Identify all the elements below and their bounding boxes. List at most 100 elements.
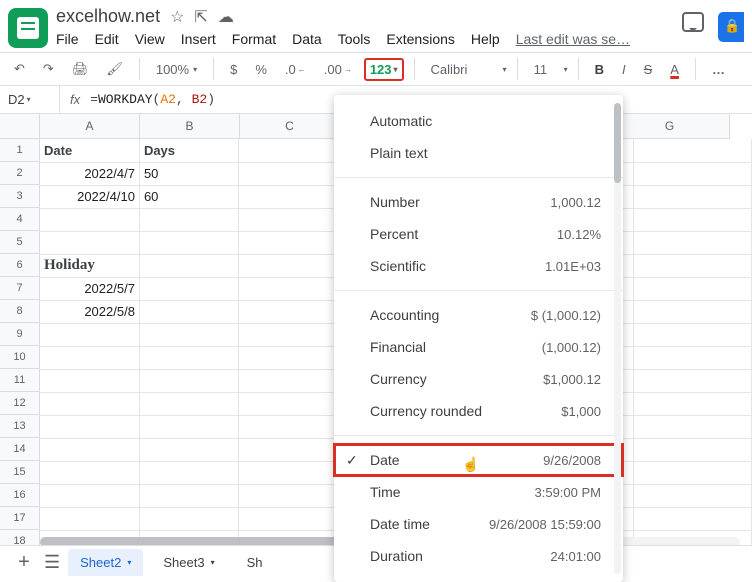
star-icon[interactable]: ☆ — [170, 7, 184, 27]
currency-button[interactable]: $ — [224, 58, 243, 81]
cloud-icon[interactable]: ☁ — [218, 7, 234, 27]
undo-button[interactable]: ↶ — [8, 57, 31, 81]
cell[interactable] — [40, 392, 139, 415]
cell[interactable] — [139, 254, 238, 277]
cell[interactable] — [238, 185, 336, 208]
cell[interactable] — [238, 346, 336, 369]
cell[interactable] — [633, 415, 751, 438]
sheet-tab[interactable]: Sh — [235, 549, 275, 576]
cell[interactable] — [633, 277, 751, 300]
percent-button[interactable]: % — [249, 58, 273, 81]
cell[interactable]: 2022/5/8 — [40, 300, 139, 323]
menu-tools[interactable]: Tools — [338, 31, 371, 47]
sheet-tab[interactable]: Sheet2▾ — [68, 549, 143, 576]
cell[interactable] — [40, 323, 139, 346]
row-header[interactable]: 15 — [0, 461, 40, 484]
strikethrough-button[interactable]: S — [638, 58, 659, 81]
row-header[interactable]: 9 — [0, 323, 40, 346]
row-header[interactable]: 4 — [0, 208, 40, 231]
cell[interactable] — [633, 323, 751, 346]
paint-format-button[interactable]: 🖌 — [100, 57, 129, 81]
cell[interactable] — [238, 208, 336, 231]
row-header[interactable]: 14 — [0, 438, 40, 461]
cell[interactable] — [633, 484, 751, 507]
cell[interactable]: 50 — [139, 162, 238, 185]
cell[interactable] — [633, 507, 751, 530]
cell[interactable] — [139, 484, 238, 507]
format-plain-text[interactable]: Plain text — [334, 137, 623, 169]
cell[interactable] — [139, 507, 238, 530]
row-header[interactable]: 13 — [0, 415, 40, 438]
decrease-decimal-button[interactable]: .0← — [279, 58, 312, 81]
font-size-select[interactable]: 11 — [528, 58, 556, 81]
cell[interactable] — [633, 185, 751, 208]
row-header[interactable]: 8 — [0, 300, 40, 323]
select-all-corner[interactable] — [0, 114, 40, 139]
menu-help[interactable]: Help — [471, 31, 500, 47]
cell[interactable] — [238, 392, 336, 415]
cell[interactable] — [40, 438, 139, 461]
row-header[interactable]: 10 — [0, 346, 40, 369]
row-header[interactable]: 5 — [0, 231, 40, 254]
cell[interactable] — [238, 300, 336, 323]
cell[interactable] — [139, 346, 238, 369]
row-header[interactable]: 2 — [0, 162, 40, 185]
cell[interactable] — [238, 323, 336, 346]
cell[interactable] — [633, 346, 751, 369]
cell[interactable] — [40, 208, 139, 231]
redo-button[interactable]: ↷ — [37, 57, 60, 81]
cell[interactable] — [139, 461, 238, 484]
format-financial[interactable]: Financial(1,000.12) — [334, 331, 623, 363]
cell[interactable] — [40, 484, 139, 507]
cell[interactable] — [238, 254, 336, 277]
cell[interactable] — [633, 208, 751, 231]
cell[interactable]: Holiday — [40, 254, 139, 277]
row-header[interactable]: 1 — [0, 139, 40, 162]
menu-extensions[interactable]: Extensions — [386, 31, 454, 47]
col-header[interactable]: C — [240, 114, 340, 139]
format-date-time[interactable]: Date time9/26/2008 15:59:00 — [334, 508, 623, 540]
cell[interactable]: 2022/4/7 — [40, 162, 139, 185]
format-accounting[interactable]: Accounting$ (1,000.12) — [334, 299, 623, 331]
cell[interactable] — [40, 346, 139, 369]
cell[interactable] — [139, 392, 238, 415]
menu-edit[interactable]: Edit — [95, 31, 119, 47]
cell[interactable] — [633, 254, 751, 277]
cell[interactable] — [139, 208, 238, 231]
col-header[interactable]: B — [140, 114, 240, 139]
row-header[interactable]: 16 — [0, 484, 40, 507]
cell[interactable] — [139, 323, 238, 346]
cell[interactable] — [633, 461, 751, 484]
name-box[interactable]: D2▾ — [0, 86, 60, 113]
cell[interactable] — [633, 369, 751, 392]
menu-format[interactable]: Format — [232, 31, 276, 47]
row-header[interactable]: 11 — [0, 369, 40, 392]
cell[interactable] — [40, 461, 139, 484]
col-header[interactable]: A — [40, 114, 140, 139]
cell[interactable] — [633, 139, 751, 162]
cell[interactable] — [139, 300, 238, 323]
cell[interactable] — [139, 438, 238, 461]
font-select[interactable]: Calibri — [425, 58, 495, 81]
cell[interactable] — [139, 231, 238, 254]
cell[interactable] — [238, 507, 336, 530]
italic-button[interactable]: I — [616, 58, 632, 81]
cell[interactable] — [238, 162, 336, 185]
cell[interactable] — [139, 369, 238, 392]
cell[interactable] — [40, 231, 139, 254]
format-scientific[interactable]: Scientific1.01E+03 — [334, 250, 623, 282]
increase-decimal-button[interactable]: .00→ — [318, 58, 358, 81]
row-header[interactable]: 7 — [0, 277, 40, 300]
menu-insert[interactable]: Insert — [181, 31, 216, 47]
all-sheets-menu[interactable]: ☰ — [44, 552, 60, 573]
cell[interactable]: Date — [40, 139, 139, 162]
cell[interactable] — [633, 392, 751, 415]
cell[interactable] — [238, 277, 336, 300]
cell[interactable]: Days — [139, 139, 238, 162]
format-date[interactable]: Date9/26/2008 — [334, 444, 623, 476]
format-duration[interactable]: Duration24:01:00 — [334, 540, 623, 572]
cell[interactable] — [238, 415, 336, 438]
format-number[interactable]: Number1,000.12 — [334, 186, 623, 218]
row-header[interactable]: 3 — [0, 185, 40, 208]
cell[interactable] — [633, 162, 751, 185]
